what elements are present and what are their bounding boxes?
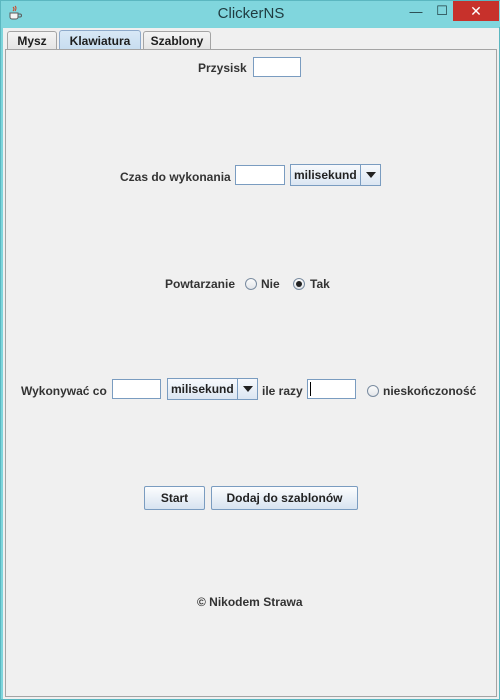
- interval-unit-select[interactable]: milisekund: [167, 378, 258, 400]
- tab-szablony[interactable]: Szablony: [143, 31, 211, 50]
- repeat-label: Powtarzanie: [165, 277, 236, 291]
- interval-label: Wykonywać co: [21, 384, 107, 398]
- tab-label: Mysz: [17, 34, 47, 48]
- text-caret: [310, 382, 311, 396]
- delay-unit-value: milisekund: [294, 168, 357, 182]
- repeat-no-radio[interactable]: [245, 278, 257, 290]
- key-label: Przysisk: [198, 61, 247, 75]
- title-bar[interactable]: ClickerNS — ☐ ✕: [1, 1, 500, 27]
- add-template-button[interactable]: Dodaj do szablonów: [211, 486, 358, 510]
- times-input[interactable]: [307, 379, 356, 399]
- repeat-yes-label[interactable]: Tak: [310, 277, 330, 291]
- infinity-label[interactable]: nieskończoność: [383, 384, 476, 398]
- triangle-down-icon[interactable]: [360, 165, 380, 185]
- keyboard-panel: Przysisk Czas do wykonania milisekund Po…: [5, 49, 497, 697]
- triangle-down-icon[interactable]: [237, 379, 257, 399]
- times-label: ile razy: [262, 384, 303, 398]
- repeat-no-label[interactable]: Nie: [261, 277, 280, 291]
- copyright-text: © Nikodem Strawa: [197, 595, 303, 609]
- tab-label: Szablony: [150, 34, 204, 48]
- start-button[interactable]: Start: [144, 486, 205, 510]
- app-window: ClickerNS — ☐ ✕ Mysz Klawiatura Szablony…: [0, 0, 500, 700]
- key-input[interactable]: [253, 57, 301, 77]
- delay-input[interactable]: [235, 165, 285, 185]
- client-area: Mysz Klawiatura Szablony Przysisk Czas d…: [3, 28, 499, 699]
- tab-klawiatura[interactable]: Klawiatura: [59, 30, 141, 51]
- repeat-yes-radio[interactable]: [293, 278, 305, 290]
- interval-unit-value: milisekund: [171, 382, 234, 396]
- tab-mysz[interactable]: Mysz: [7, 31, 57, 50]
- interval-input[interactable]: [112, 379, 161, 399]
- minimize-button[interactable]: —: [403, 1, 429, 21]
- maximize-icon: ☐: [436, 3, 448, 18]
- close-icon: ✕: [470, 2, 482, 19]
- minimize-icon: —: [409, 3, 423, 19]
- maximize-button[interactable]: ☐: [429, 1, 455, 21]
- delay-unit-select[interactable]: milisekund: [290, 164, 381, 186]
- close-button[interactable]: ✕: [453, 1, 499, 21]
- tab-label: Klawiatura: [69, 34, 131, 48]
- delay-label: Czas do wykonania: [120, 170, 231, 184]
- infinity-radio[interactable]: [367, 385, 379, 397]
